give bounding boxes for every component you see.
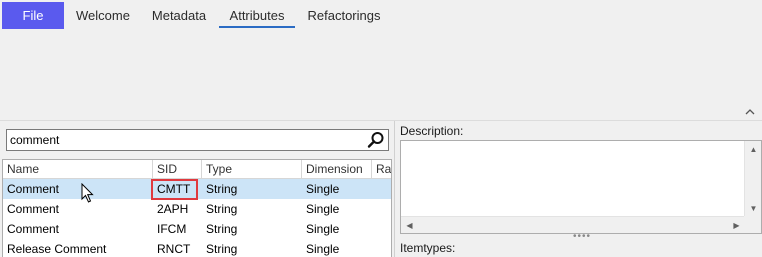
cell-sid: IFCM [157,222,187,236]
scroll-corner [744,216,761,233]
description-label: Description: [400,124,464,138]
cell-type: String [206,242,238,256]
table-row[interactable]: Comment 2APH String Single [3,199,391,219]
chevron-up-icon[interactable] [744,108,756,118]
cell-dimension: Single [306,242,340,256]
cell-dimension: Single [306,222,340,236]
table-row[interactable]: Release Comment RNCT String Single [3,239,391,257]
grid-header: Name SID Type Dimension Ran [3,160,391,179]
cell-sid: 2APH [157,202,189,216]
cell-dimension: Single [306,182,340,196]
column-header-dimension[interactable]: Dimension [302,160,372,179]
cell-name: Release Comment [7,242,107,256]
file-tab[interactable]: File [2,2,64,29]
sid-highlight-box [151,179,198,200]
scroll-down-icon[interactable]: ▼ [745,200,762,217]
table-row[interactable]: Comment IFCM String Single [3,219,391,239]
cell-sid: RNCT [157,242,191,256]
column-header-range[interactable]: Ran [372,160,391,179]
cell-type: String [206,222,238,236]
tab-attributes[interactable]: Attributes [219,2,295,29]
tab-welcome[interactable]: Welcome [66,2,140,29]
column-header-type[interactable]: Type [202,160,302,179]
tab-refactorings[interactable]: Refactorings [299,2,389,29]
search-box [6,129,389,151]
column-header-sid[interactable]: SID [153,160,202,179]
cell-type: String [206,202,238,216]
vertical-scrollbar[interactable]: ▲ ▼ [744,141,761,217]
attributes-grid: Name SID Type Dimension Ran Comment CMTT… [2,159,392,257]
cell-type: String [206,182,238,196]
table-row[interactable]: Comment CMTT String Single [3,179,391,203]
cell-name: Comment [7,222,60,236]
description-textarea[interactable]: ▲ ▼ ◀ ▶ [400,140,762,234]
attributes-list-panel: Name SID Type Dimension Ran Comment CMTT… [0,121,394,257]
ribbon-content [0,30,762,120]
tab-metadata[interactable]: Metadata [142,2,216,29]
scroll-right-icon[interactable]: ▶ [728,217,745,234]
details-panel: Description: ▲ ▼ ◀ ▶ •••• Itemtypes: [394,121,762,257]
search-input[interactable] [10,132,365,148]
itemtypes-label: Itemtypes: [400,241,456,255]
ribbon-tab-bar: File Welcome Metadata Attributes Refacto… [0,0,762,30]
splitter-grip-icon[interactable]: •••• [573,232,593,242]
column-header-name[interactable]: Name [3,160,153,179]
scroll-left-icon[interactable]: ◀ [401,217,418,234]
cell-name: Comment [7,202,60,216]
search-icon[interactable] [367,131,385,149]
cell-dimension: Single [306,202,340,216]
cell-name: Comment [7,182,60,196]
scroll-up-icon[interactable]: ▲ [745,141,762,158]
